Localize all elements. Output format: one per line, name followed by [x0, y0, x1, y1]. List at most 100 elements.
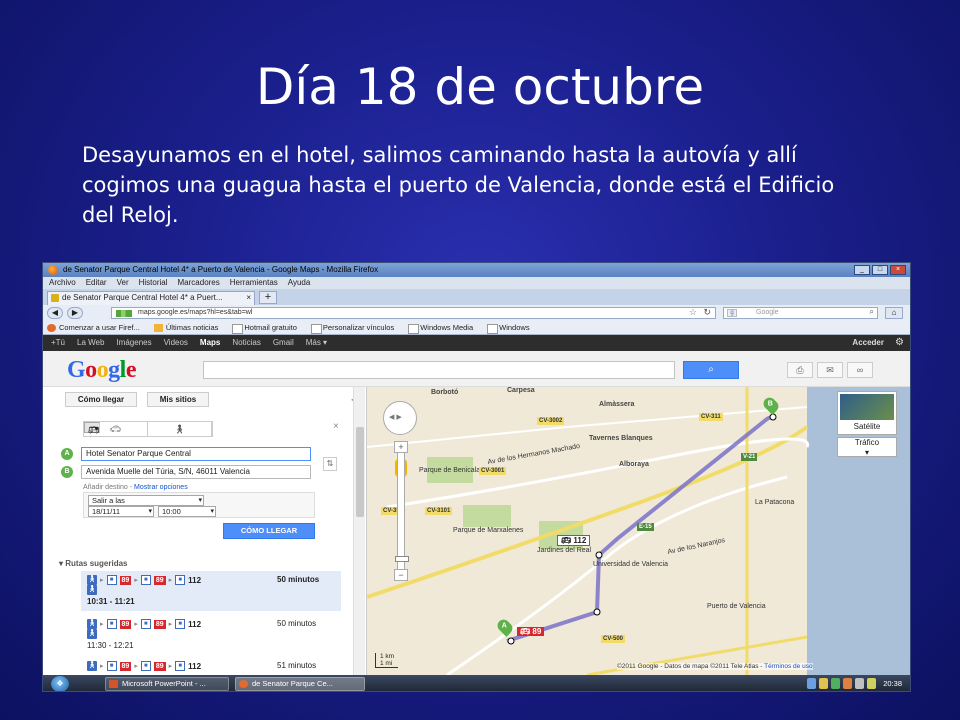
- email-icon[interactable]: ✉: [817, 362, 843, 378]
- bus-112-label: 112: [573, 536, 587, 545]
- bus-112-marker[interactable]: 🚌︎ 112: [557, 535, 591, 546]
- bookmark-item[interactable]: Windows: [487, 321, 530, 334]
- transit-icon[interactable]: 🚌︎: [84, 422, 101, 437]
- bookmark-star-icon[interactable]: ☆: [689, 307, 697, 317]
- suggested-routes-header[interactable]: ▾ Rutas sugeridas: [59, 559, 128, 568]
- tray-icon[interactable]: [807, 678, 816, 689]
- walk-icon: 🚶︎: [87, 661, 97, 671]
- menu-editar[interactable]: Editar: [86, 277, 107, 289]
- traffic-layer-button[interactable]: Tráfico ▾: [837, 437, 897, 457]
- walk-icon[interactable]: 🚶︎: [148, 422, 212, 436]
- print-icon[interactable]: ⎙: [787, 362, 813, 378]
- gbar-item[interactable]: La Web: [77, 335, 104, 351]
- zoom-in-button[interactable]: +: [394, 441, 408, 453]
- tray-icon[interactable]: [843, 678, 852, 689]
- travel-mode-selector: 🚗︎ 🚌︎ 🚶︎: [83, 421, 213, 437]
- system-tray: [807, 678, 876, 689]
- new-tab-button[interactable]: +: [259, 291, 277, 304]
- gbar-item-maps[interactable]: Maps: [200, 335, 220, 351]
- zoom-slider[interactable]: [395, 443, 409, 573]
- gbar-item[interactable]: Gmail: [273, 335, 294, 351]
- bookmark-item[interactable]: Windows Media: [408, 321, 473, 334]
- bus-89-marker[interactable]: 🚌︎ 89: [517, 627, 545, 636]
- start-button[interactable]: ❖: [51, 676, 69, 691]
- taskbar-item-powerpoint[interactable]: Microsoft PowerPoint - ...: [105, 677, 229, 691]
- swap-icon[interactable]: ⇅: [323, 457, 337, 471]
- link-icon[interactable]: ∞: [847, 362, 873, 378]
- add-destination-link[interactable]: Añadir destino: [83, 484, 128, 491]
- time-select[interactable]: 10:00: [158, 506, 216, 517]
- tray-icon[interactable]: [831, 678, 840, 689]
- satellite-layer-button[interactable]: Satélite: [837, 391, 897, 435]
- back-button[interactable]: ◀: [47, 307, 63, 319]
- gbar-item[interactable]: +Tú: [51, 335, 65, 351]
- reload-icon[interactable]: ↻: [703, 307, 711, 317]
- close-icon[interactable]: ×: [333, 421, 339, 432]
- volume-icon[interactable]: [867, 678, 876, 689]
- bookmark-item[interactable]: Personalizar vínculos: [310, 321, 394, 334]
- bookmark-item[interactable]: Comenzar a usar Firef...: [47, 321, 140, 334]
- menu-ayuda[interactable]: Ayuda: [288, 277, 311, 289]
- marker-a-icon: A: [61, 448, 73, 460]
- search-box[interactable]: g Google ⌕: [723, 307, 878, 319]
- link-separator: -: [129, 484, 133, 491]
- menu-ver[interactable]: Ver: [117, 277, 129, 289]
- gbar-item[interactable]: Más ▾: [306, 335, 327, 351]
- gbar-item[interactable]: Videos: [164, 335, 188, 351]
- panel-scrollbar[interactable]: [353, 387, 365, 675]
- zoom-out-button[interactable]: −: [394, 569, 408, 581]
- google-logo[interactable]: Google: [67, 357, 137, 384]
- depart-mode-select[interactable]: Salir a las: [88, 495, 204, 506]
- get-directions-button[interactable]: CÓMO LLEGAR: [223, 523, 315, 539]
- minimize-icon[interactable]: _: [854, 265, 870, 275]
- window-titlebar: de Senator Parque Central Hotel 4* a Pue…: [43, 263, 910, 277]
- signin-link[interactable]: Acceder: [852, 335, 884, 351]
- route-option[interactable]: 🚶︎ ▸ ■ 89 ▸ ■ 89 ▸ ■ 112 🚶︎ 50 minutos 10:31 -…: [81, 571, 341, 611]
- map-scale: 1 km 1 mi: [375, 653, 399, 668]
- gbar-item[interactable]: Imágenes: [116, 335, 151, 351]
- gear-icon[interactable]: ⚙: [895, 335, 904, 351]
- my-places-button[interactable]: Mis sitios: [147, 392, 209, 407]
- tab-google-maps[interactable]: de Senator Parque Central Hotel 4* a Pue…: [47, 291, 255, 305]
- zoom-knob[interactable]: [395, 556, 409, 562]
- search-placeholder: Google: [756, 309, 779, 316]
- maximize-icon[interactable]: □: [872, 265, 888, 275]
- maps-search-button[interactable]: ⌕: [683, 361, 739, 379]
- route-option[interactable]: 🚶︎ ▸ ■ 89 ▸ ■ 89 ▸ ■ 112 51 minutos: [81, 657, 341, 675]
- tab-close-icon[interactable]: ×: [246, 292, 251, 304]
- show-options-link[interactable]: Mostrar opciones: [134, 484, 188, 491]
- route-steps: 🚶︎ ▸ ■ 89 ▸ ■ 89 ▸ ■ 112: [87, 575, 202, 585]
- bookmark-item[interactable]: Hotmail gratuito: [232, 321, 297, 334]
- traffic-label: Tráfico: [854, 438, 880, 447]
- menu-historial[interactable]: Historial: [139, 277, 168, 289]
- origin-field[interactable]: Hotel Senator Parque Central: [81, 447, 311, 461]
- url-bar[interactable]: maps.google.es/maps?hl=es&tab=wl ☆ ↻: [111, 307, 716, 319]
- scroll-thumb[interactable]: [356, 427, 364, 517]
- terms-link[interactable]: Términos de uso: [764, 663, 812, 670]
- bus-89-label: 89: [532, 627, 542, 636]
- taskbar-item-firefox[interactable]: de Senator Parque Ce...: [235, 677, 365, 691]
- menu-herramientas[interactable]: Herramientas: [230, 277, 278, 289]
- directions-button[interactable]: Cómo llegar: [65, 392, 137, 407]
- gbar-item[interactable]: Noticias: [232, 335, 260, 351]
- routes-header-label: Rutas sugeridas: [65, 559, 128, 568]
- pan-control[interactable]: [383, 401, 417, 435]
- route-option[interactable]: 🚶︎ ▸ ■ 89 ▸ ■ 89 ▸ ■ 112 🚶︎ 50 minutos 11:30 -…: [81, 615, 341, 655]
- date-select[interactable]: 18/11/11: [88, 506, 154, 517]
- home-button[interactable]: ⌂: [885, 307, 903, 319]
- maps-search-input[interactable]: [203, 361, 675, 379]
- network-icon[interactable]: [855, 678, 864, 689]
- firefox-icon: [48, 265, 58, 275]
- menu-archivo[interactable]: Archivo: [49, 277, 76, 289]
- slide-title: Día 18 de octubre: [255, 58, 705, 116]
- route-stop: [593, 608, 601, 616]
- search-engine-icon[interactable]: g: [727, 309, 737, 317]
- map-view[interactable]: Borbotó Carpesa Almàssera Tavernes Blanq…: [367, 387, 910, 675]
- close-icon[interactable]: ×: [890, 265, 906, 275]
- search-icon[interactable]: ⌕: [870, 307, 874, 317]
- menu-marcadores[interactable]: Marcadores: [178, 277, 220, 289]
- destination-field[interactable]: Avenida Muelle del Túria, S/N, 46011 Val…: [81, 465, 311, 479]
- forward-button[interactable]: ▶: [67, 307, 83, 319]
- bookmark-item[interactable]: Últimas noticias: [153, 321, 218, 334]
- tray-icon[interactable]: [819, 678, 828, 689]
